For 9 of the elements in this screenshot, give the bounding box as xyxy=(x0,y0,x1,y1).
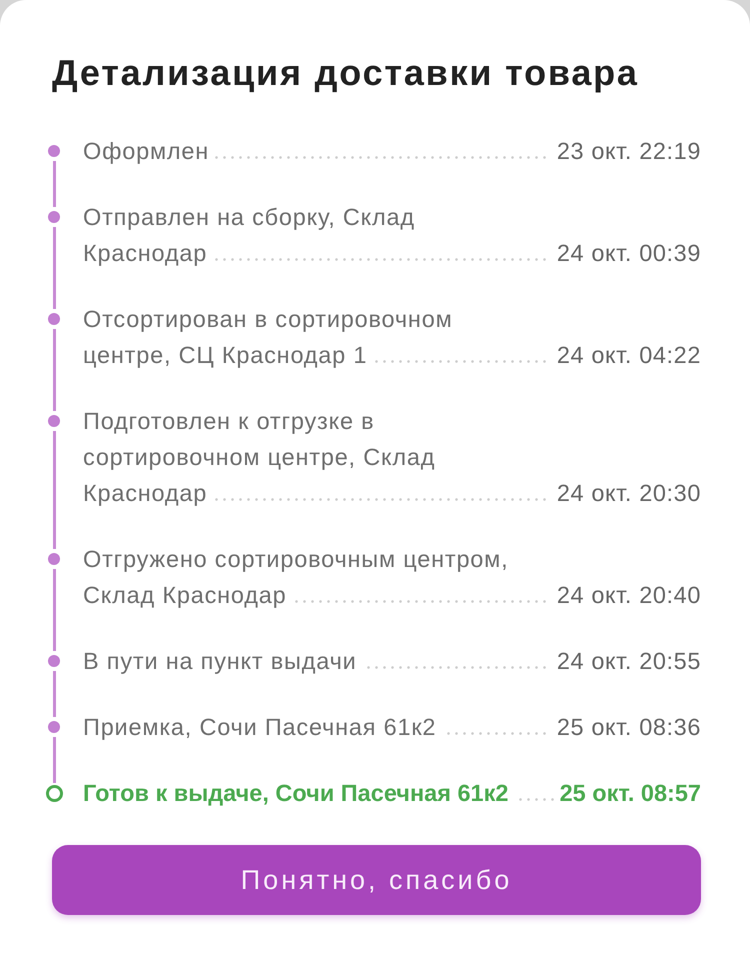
status-text: Отправлен на сборку, Склад Краснодар xyxy=(83,203,415,268)
sheet-title: Детализация доставки товара xyxy=(52,51,639,95)
timeline-connector xyxy=(52,671,56,717)
timeline-connector xyxy=(52,161,56,207)
status-text: Подготовлен к отгрузке в сортировочном центре, Склад Краснодар xyxy=(83,407,436,508)
status-text: Отгружено сортировочным центром, Склад Краснодар xyxy=(83,545,508,610)
timeline-connector xyxy=(52,737,56,783)
status-text: Отсортирован в сортировочном центре, СЦ Краснодар 1 xyxy=(83,305,453,370)
confirm-button[interactable]: Понятно, спасибо xyxy=(52,845,701,915)
